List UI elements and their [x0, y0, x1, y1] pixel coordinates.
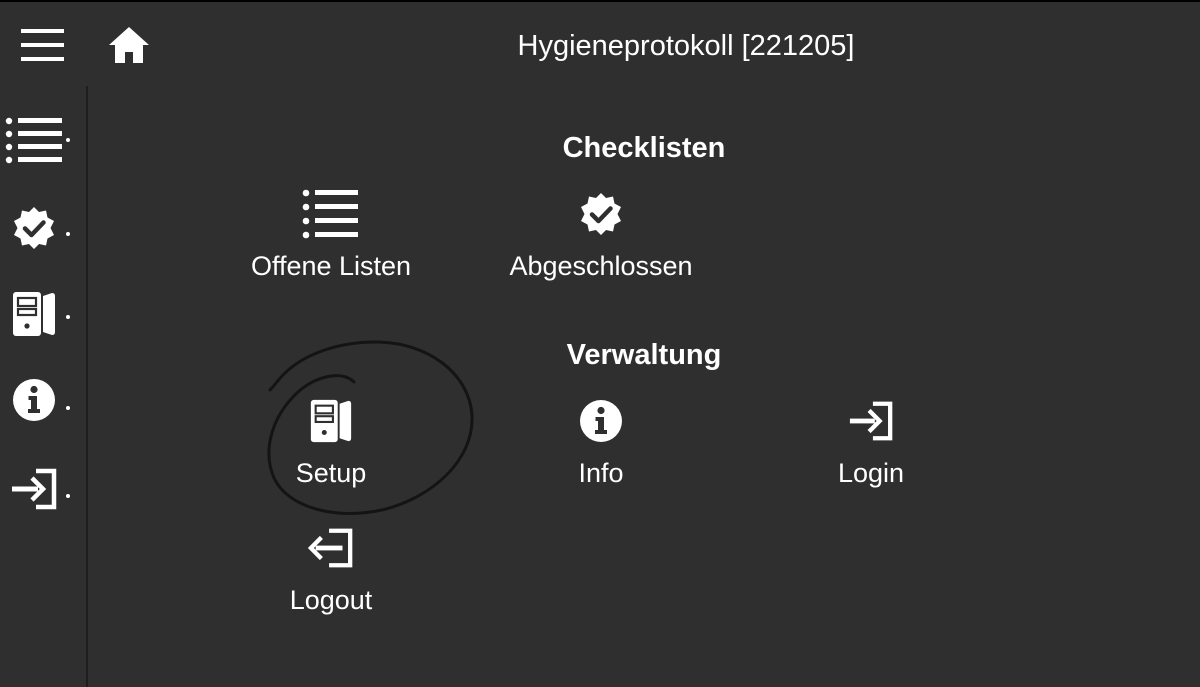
- home-icon: [109, 27, 149, 63]
- tile-label-offene-listen: Offene Listen: [250, 251, 412, 281]
- home-button[interactable]: [106, 24, 152, 68]
- tile-icon-wrap: [761, 393, 981, 449]
- navigation-rail: [0, 86, 88, 687]
- tile-logout[interactable]: Logout: [221, 520, 441, 630]
- login-icon: [12, 468, 57, 510]
- rail-item-indicator: [66, 406, 70, 410]
- tile-info[interactable]: Info: [491, 393, 711, 503]
- rail-item-indicator: [66, 494, 70, 498]
- tile-label-login: Login: [837, 458, 905, 488]
- rail-item-info[interactable]: [0, 368, 78, 432]
- app-title: Hygieneprotokoll [221205]: [517, 30, 855, 62]
- rail-item-offene-listen[interactable]: [0, 108, 78, 172]
- check-badge-icon: [581, 193, 621, 235]
- tile-login[interactable]: Login: [761, 393, 981, 503]
- list-icon: [302, 189, 358, 239]
- app-window: Hygieneprotokoll [221205] Checklisten Of…: [0, 0, 1200, 687]
- tile-label-logout: Logout: [289, 585, 373, 615]
- section-title-checklisten: Checklisten: [562, 132, 726, 164]
- login-icon: [849, 401, 893, 441]
- tile-label-setup: Setup: [295, 458, 367, 488]
- rail-item-indicator: [66, 232, 70, 236]
- rail-item-indicator: [66, 138, 70, 142]
- top-app-bar: Hygieneprotokoll [221205]: [0, 0, 1200, 86]
- server-icon: [13, 292, 55, 336]
- section-title-verwaltung: Verwaltung: [566, 339, 722, 371]
- tile-setup[interactable]: Setup: [221, 393, 441, 503]
- info-icon: [580, 400, 622, 442]
- menu-button[interactable]: [18, 24, 66, 68]
- tile-label-info: Info: [578, 458, 624, 488]
- logout-icon: [308, 528, 353, 568]
- server-icon: [310, 399, 352, 443]
- tile-offene-listen[interactable]: Offene Listen: [221, 186, 441, 296]
- tile-abgeschlossen[interactable]: Abgeschlossen: [491, 186, 711, 296]
- tile-icon-wrap: [491, 393, 711, 449]
- rail-item-setup[interactable]: [0, 282, 78, 346]
- tile-icon-wrap: [221, 393, 441, 449]
- rail-item-login[interactable]: [0, 456, 78, 520]
- tile-icon-wrap: [491, 186, 711, 242]
- tile-icon-wrap: [221, 186, 441, 242]
- info-icon: [13, 379, 55, 421]
- hamburger-menu-icon: [21, 29, 64, 61]
- rail-item-indicator: [66, 315, 70, 319]
- list-icon: [5, 117, 62, 164]
- tile-label-abgeschlossen: Abgeschlossen: [509, 251, 693, 281]
- check-badge-icon: [14, 207, 54, 249]
- tile-icon-wrap: [221, 520, 441, 576]
- rail-item-abgeschlossen[interactable]: [0, 196, 78, 260]
